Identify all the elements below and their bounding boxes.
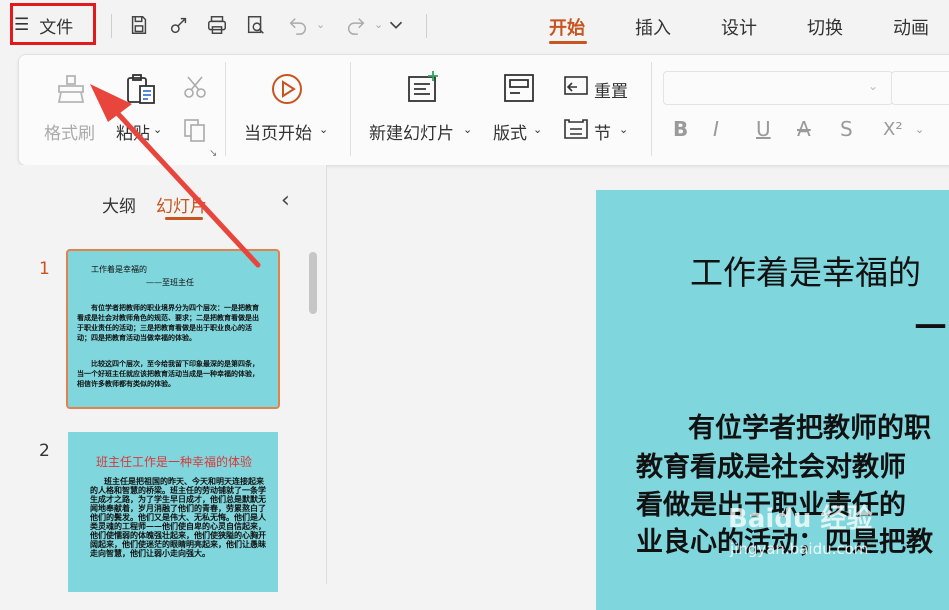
annotation-arrow [90, 84, 261, 268]
